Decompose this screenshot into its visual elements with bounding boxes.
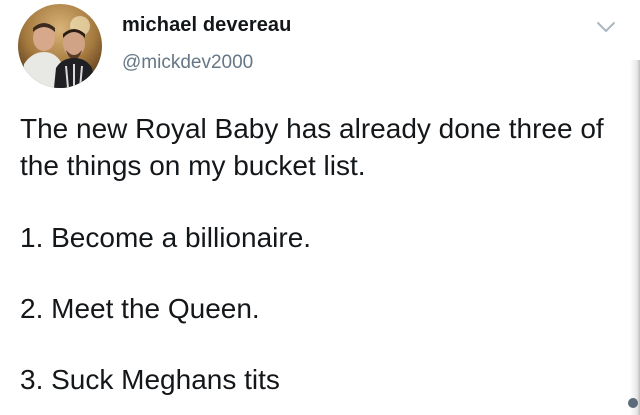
author-display-name[interactable]: michael devereau [122,14,291,37]
list-item: 1. Become a billionaire. [20,222,312,253]
list-item: 2. Meet the Queen. [20,293,260,324]
scroll-indicator [628,398,638,408]
author-handle[interactable]: @mickdev2000 [122,52,253,74]
tweet-body: The new Royal Baby has already done thre… [20,110,630,184]
tweet-card: michael devereau @mickdev2000 The new Ro… [0,0,640,415]
profile-photo-icon [18,4,102,88]
chevron-down-icon[interactable] [596,20,616,34]
screen-edge [630,60,640,415]
avatar[interactable] [18,4,102,88]
tweet-text-line: The new Royal Baby has already done thre… [20,113,604,181]
list-item: 3. Suck Meghans tits [20,364,280,395]
